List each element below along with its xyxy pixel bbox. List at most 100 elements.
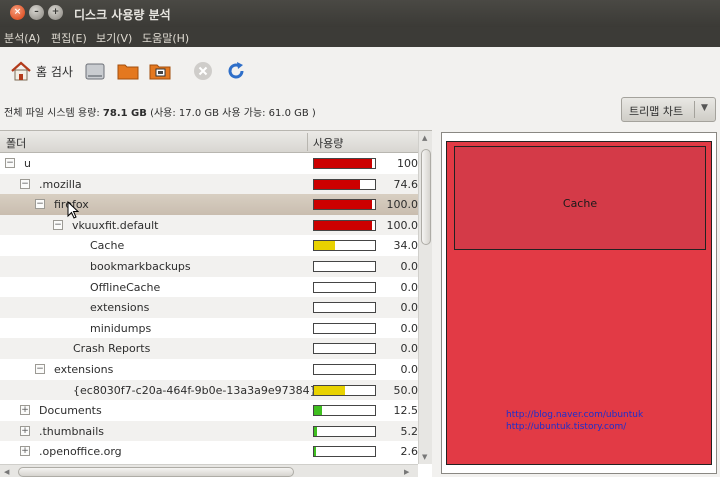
capacity-total: 78.1 GB bbox=[102, 108, 147, 119]
collapse-icon[interactable]: − bbox=[5, 158, 15, 168]
tree-row[interactable]: + Documents 12.5 bbox=[0, 400, 418, 421]
harddisk-icon bbox=[85, 63, 105, 80]
capacity-detail: (사용: 17.0 GB 사용 가능: 61.0 GB ) bbox=[150, 108, 316, 119]
horizontal-scroll-thumb[interactable] bbox=[18, 467, 294, 477]
usage-percent: 12.5 bbox=[393, 404, 419, 418]
usage-bar bbox=[313, 425, 376, 437]
folder-name: Crash Reports bbox=[73, 342, 151, 356]
filesystem-info-bar: 전체 파일 시스템 용량: 78.1 GB (사용: 17.0 GB 사용 가능… bbox=[0, 97, 720, 127]
stop-icon bbox=[194, 62, 212, 80]
expand-icon[interactable]: + bbox=[20, 405, 30, 416]
treemap-cache-label: Cache bbox=[562, 197, 598, 210]
tree-row[interactable]: + .openoffice.org 2.6 bbox=[0, 441, 418, 462]
menu-view[interactable]: 보기(V) bbox=[96, 30, 132, 46]
menu-help[interactable]: 도움말(H) bbox=[142, 30, 189, 46]
column-header-usage[interactable]: 사용량 bbox=[313, 135, 343, 151]
tree-row[interactable]: − vkuuxfit.default 100.0 bbox=[0, 214, 419, 236]
horizontal-scrollbar[interactable]: ◀ ▶ bbox=[0, 464, 418, 477]
expand-icon[interactable]: + bbox=[20, 446, 30, 457]
filesystem-capacity-text: 전체 파일 시스템 용량: 78.1 GB (사용: 17.0 GB 사용 가능… bbox=[4, 104, 316, 119]
menu-bar: 분석(A) 편집(E) 보기(V) 도움말(H) bbox=[0, 27, 720, 47]
usage-percent: 0.0 bbox=[400, 301, 419, 315]
usage-percent: 50.0 bbox=[393, 383, 419, 397]
usage-bar bbox=[313, 240, 376, 252]
usage-percent: 100 bbox=[397, 157, 418, 170]
folder-tree[interactable]: 폴더 사용량 −u100−.mozilla74.6−firefox100.0−v… bbox=[0, 130, 432, 477]
usage-bar bbox=[313, 261, 376, 272]
collapse-icon[interactable]: − bbox=[35, 199, 45, 210]
watermark-url-1: http://blog.naver.com/ubuntuk bbox=[506, 410, 644, 420]
usage-percent: 5.2 bbox=[400, 424, 419, 438]
scan-home-button[interactable]: 홈 검사 bbox=[10, 59, 73, 83]
folder-name: extensions bbox=[54, 363, 114, 376]
folder-name: u bbox=[24, 157, 31, 170]
watermark-url-2: http://ubuntuk.tistory.com/ bbox=[506, 422, 627, 432]
treemap-root-block[interactable]: Cache http://blog.naver.com/ubuntuk http… bbox=[446, 141, 712, 465]
tree-row[interactable]: −firefox100.0 bbox=[0, 194, 418, 215]
select-divider bbox=[694, 101, 695, 118]
column-divider bbox=[307, 133, 308, 151]
refresh-button[interactable] bbox=[225, 59, 247, 83]
usage-bar bbox=[313, 178, 376, 190]
tree-row[interactable]: Crash Reports 0.0 bbox=[0, 338, 418, 359]
scroll-left-icon[interactable]: ◀ bbox=[4, 468, 9, 476]
scroll-up-icon[interactable]: ▲ bbox=[422, 134, 427, 142]
menu-analyze[interactable]: 분석(A) bbox=[4, 30, 40, 46]
treemap-cache-block[interactable]: Cache bbox=[454, 146, 706, 250]
scroll-down-icon[interactable]: ▼ bbox=[422, 453, 427, 461]
usage-bar-fill bbox=[314, 385, 345, 395]
title-bar: × – + 디스크 사용량 분석 bbox=[0, 0, 720, 27]
capacity-prefix: 전체 파일 시스템 용량: bbox=[4, 108, 100, 119]
vertical-scroll-thumb[interactable] bbox=[421, 149, 431, 245]
usage-bar-fill bbox=[314, 179, 360, 189]
folder-name: Documents bbox=[39, 404, 102, 418]
tree-row[interactable]: Cache 34.0 bbox=[0, 235, 418, 256]
expand-icon[interactable]: + bbox=[20, 425, 30, 436]
stop-button[interactable] bbox=[193, 59, 213, 83]
tree-row[interactable]: extensions 0.0 bbox=[0, 297, 418, 318]
usage-percent: 0.0 bbox=[400, 363, 419, 376]
folder-name: extensions bbox=[90, 301, 150, 315]
usage-bar-fill bbox=[314, 426, 318, 436]
usage-bar bbox=[313, 364, 376, 375]
usage-bar bbox=[313, 302, 376, 314]
usage-percent: 0.0 bbox=[400, 280, 419, 294]
treemap-chart[interactable]: Cache http://blog.naver.com/ubuntuk http… bbox=[441, 132, 717, 474]
tree-row[interactable]: − extensions 0.0 bbox=[0, 359, 418, 380]
close-window-button[interactable]: × bbox=[10, 5, 25, 20]
menu-edit[interactable]: 편집(E) bbox=[51, 30, 87, 46]
scan-home-label: 홈 검사 bbox=[36, 64, 73, 79]
column-header-folder[interactable]: 폴더 bbox=[6, 135, 26, 151]
scan-filesystem-button[interactable] bbox=[84, 59, 106, 83]
chart-type-selected: 트리맵 차트 bbox=[629, 105, 684, 118]
scan-folder-button[interactable] bbox=[116, 59, 140, 83]
tree-row[interactable]: {ec8030f7-c20a-464f-9b0e-13a3a9e97384} 50… bbox=[0, 379, 419, 401]
folder-name: vkuuxfit.default bbox=[72, 218, 159, 232]
collapse-icon[interactable]: − bbox=[53, 219, 63, 230]
scroll-right-icon[interactable]: ▶ bbox=[404, 468, 409, 476]
scan-remote-folder-button[interactable] bbox=[148, 59, 172, 83]
minimize-window-button[interactable]: – bbox=[29, 5, 44, 20]
collapse-icon[interactable]: − bbox=[20, 178, 30, 189]
tree-row[interactable]: + .thumbnails 5.2 bbox=[0, 420, 419, 442]
usage-percent: 0.0 bbox=[400, 260, 419, 273]
tree-row[interactable]: OfflineCache 0.0 bbox=[0, 277, 418, 298]
folder-name: Cache bbox=[90, 239, 125, 253]
tree-row[interactable]: − .mozilla 74.6 bbox=[0, 173, 418, 195]
toolbar: 홈 검사 bbox=[0, 47, 720, 95]
chart-type-select[interactable]: 트리맵 차트 ▼ bbox=[621, 97, 716, 122]
collapse-icon[interactable]: − bbox=[35, 364, 45, 374]
usage-bar bbox=[313, 405, 376, 417]
maximize-window-button[interactable]: + bbox=[48, 5, 63, 20]
tree-row[interactable]: bookmarkbackups 0.0 bbox=[0, 256, 418, 277]
remote-folder-icon bbox=[149, 64, 171, 80]
usage-percent: 2.6 bbox=[400, 445, 419, 459]
vertical-scrollbar[interactable]: ▲ ▼ bbox=[418, 131, 432, 464]
tree-row[interactable]: minidumps 0.0 bbox=[0, 318, 418, 339]
usage-percent: 34.0 bbox=[393, 239, 419, 253]
folder-name: bookmarkbackups bbox=[90, 260, 191, 273]
usage-percent: 100.0 bbox=[386, 218, 419, 232]
usage-bar-fill bbox=[314, 220, 372, 230]
tree-row[interactable]: − u 100 bbox=[0, 153, 418, 174]
usage-bar bbox=[313, 446, 376, 458]
